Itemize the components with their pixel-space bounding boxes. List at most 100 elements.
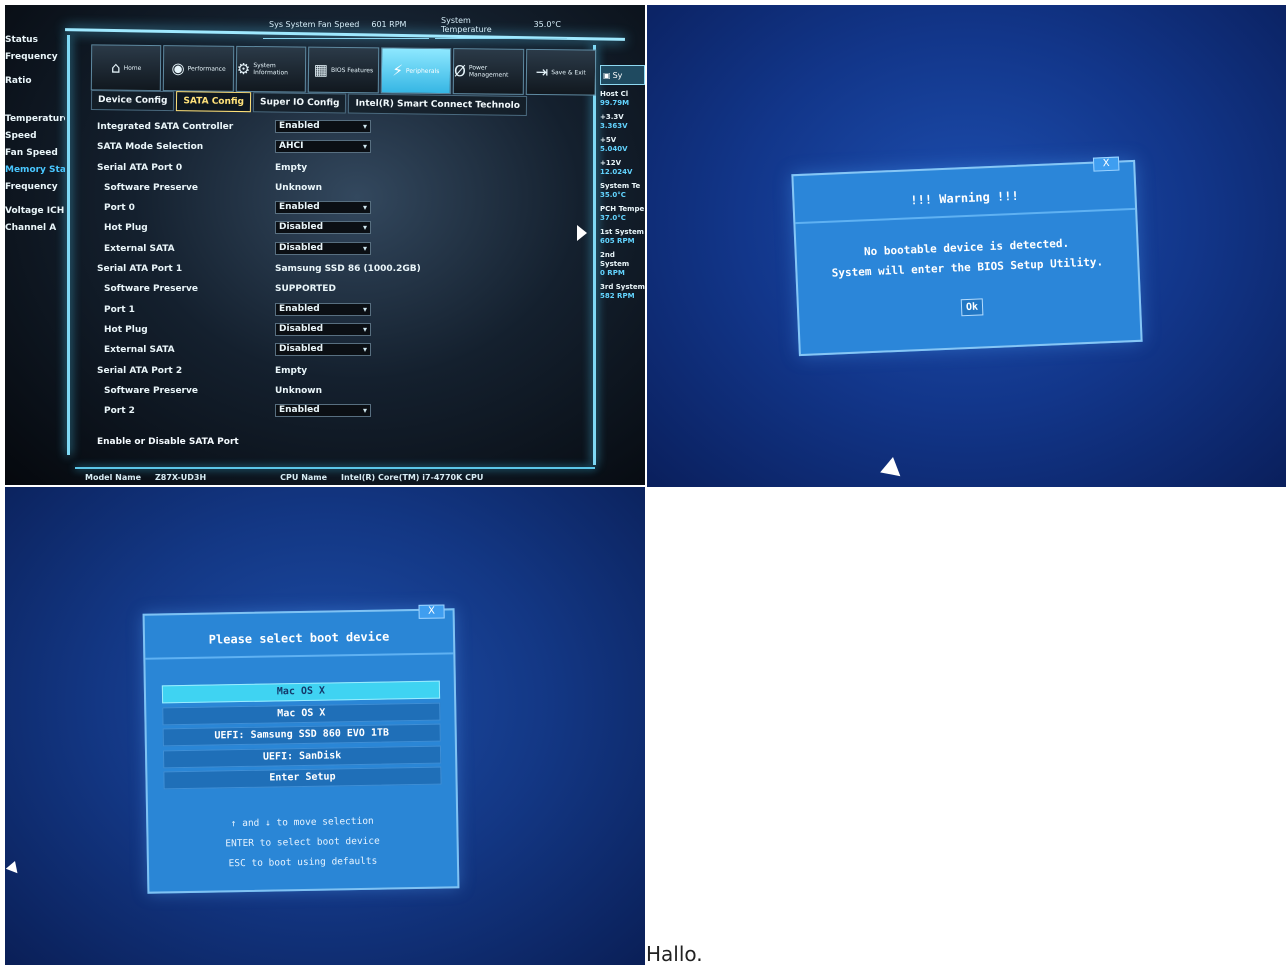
setting-row[interactable]: External SATA Disabled — [97, 240, 427, 260]
monitor-header-label: Sy — [612, 70, 623, 80]
setting-label: Integrated SATA Controller — [97, 122, 234, 132]
setting-dropdown[interactable]: Enabled — [275, 120, 371, 133]
setting-value: SUPPORTED — [275, 284, 336, 295]
monitor-label: +12V — [600, 159, 622, 167]
tab-smart-connect[interactable]: Intel(R) Smart Connect Technolo — [348, 93, 528, 117]
monitor-value: 37.0°C — [600, 214, 626, 222]
monitor-item: System Te 35.0°C — [600, 182, 645, 200]
monitor-label: System Te — [600, 182, 641, 190]
nav-performance[interactable]: ◉ Performance — [163, 45, 235, 92]
setting-row[interactable]: Hot Plug Disabled — [97, 219, 427, 239]
nav-home[interactable]: ⌂ Home — [90, 44, 162, 92]
monitor-value: 5.040V — [600, 145, 628, 153]
boot-option[interactable]: UEFI: SanDisk — [162, 745, 442, 768]
hardware-monitor-header: ▣ Sy — [600, 65, 645, 85]
monitor-item: Host Cl 99.79M — [600, 90, 645, 108]
setting-row[interactable]: SATA Mode Selection AHCI — [97, 138, 427, 158]
tab-sata-config[interactable]: SATA Config — [176, 91, 252, 113]
home-icon: ⌂ — [110, 58, 121, 77]
monitor-label: 2nd System — [600, 251, 630, 268]
setting-label: Port 1 — [104, 304, 135, 315]
boot-option[interactable]: Mac OS X — [161, 680, 441, 704]
left-status-item: Channel A — [5, 223, 57, 233]
nav-label: Performance — [187, 64, 226, 73]
frame-glow — [593, 45, 596, 465]
close-button[interactable]: X — [418, 604, 445, 619]
left-status-item: Voltage ICH A/A — [5, 206, 65, 216]
setting-dropdown[interactable]: Disabled — [275, 343, 371, 357]
post-caption: Hallo. — [646, 942, 703, 966]
nav-bios-features[interactable]: ▦ BIOS Features — [308, 46, 379, 94]
boot-option[interactable]: UEFI: Samsung SSD 860 EVO 1TB — [162, 723, 441, 747]
monitor-value: 0 RPM — [600, 269, 625, 277]
warning-screen-photo: X !!! Warning !!! No bootable device is … — [647, 5, 1286, 487]
monitor-label: PCH Tempe — [600, 205, 645, 213]
left-status-item: Status — [5, 35, 38, 45]
boot-option[interactable]: Mac OS X — [162, 702, 441, 725]
setting-row[interactable]: Hot Plug Disabled — [97, 321, 427, 341]
nav-label: System Information — [253, 62, 289, 77]
nav-label: Power Management — [468, 64, 509, 79]
setting-dropdown[interactable]: Enabled — [275, 302, 371, 316]
monitor-value: 99.79M — [600, 99, 630, 107]
setting-dropdown[interactable]: Enabled — [275, 404, 371, 418]
setting-dropdown[interactable]: Enabled — [275, 201, 371, 215]
close-button[interactable]: X — [1092, 156, 1120, 172]
mouse-cursor-icon — [5, 861, 23, 878]
nav-power-management[interactable]: Ø Power Management — [452, 48, 524, 95]
monitor-label: 3rd System — [600, 283, 645, 291]
setting-row[interactable]: External SATA Disabled — [97, 341, 427, 361]
setting-dropdown[interactable]: Disabled — [275, 322, 371, 336]
monitor-item: +5V 5.040V — [600, 136, 645, 154]
left-status-item: Speed — [5, 131, 37, 141]
tab-super-io-config[interactable]: Super IO Config — [252, 92, 347, 114]
setting-dropdown[interactable]: Disabled — [275, 241, 371, 255]
setting-dropdown[interactable]: Disabled — [275, 221, 371, 235]
setting-row[interactable]: Port 2 Enabled — [97, 402, 427, 422]
boot-device-list: Mac OS X Mac OS X UEFI: Samsung SSD 860 EV… — [161, 680, 442, 793]
system-temperature-value: 35.0°C — [533, 20, 561, 29]
setting-label: Hot Plug — [104, 223, 148, 234]
monitor-value: 12.024V — [600, 168, 633, 176]
monitor-value: 3.363V — [600, 122, 628, 130]
nav-label: BIOS Features — [330, 66, 374, 74]
nav-system-information[interactable]: ⚙ System Information — [235, 45, 307, 93]
boot-device-dialog: X Please select boot device Mac OS X Mac … — [142, 604, 460, 894]
left-status-item: Fan Speed — [5, 148, 58, 158]
hardware-monitor-column: ▣ Sy Host Cl 99.79M +3.3V 3.363V +5V 5.040V +12… — [600, 65, 645, 301]
boot-option[interactable]: Enter Setup — [163, 766, 442, 790]
ok-button[interactable]: Ok — [960, 298, 984, 317]
boot-menu-photo: X Please select boot device Mac OS X Mac … — [5, 487, 645, 965]
warning-title: !!! Warning !!! — [910, 188, 1019, 208]
setting-row[interactable]: Integrated SATA Controller Enabled — [97, 118, 427, 138]
system-info-bar: Model Name Z87X-UD3H CPU Name Intel(R) C… — [85, 473, 585, 485]
nav-peripherals[interactable]: ⚡ Peripherals — [380, 47, 452, 95]
power-icon: Ø — [454, 62, 467, 81]
setting-value: Empty — [275, 162, 308, 173]
setting-row[interactable]: Port 1 Enabled — [97, 301, 427, 321]
setting-label: Software Preserve — [104, 284, 198, 295]
nav-save-exit[interactable]: ⇥ Save & Exit — [525, 48, 597, 96]
left-status-item: Memory Status — [5, 165, 65, 175]
setting-row[interactable]: Serial ATA Port 1 Samsung SSD 86 (1000.2G… — [97, 260, 427, 280]
setting-row[interactable]: Port 0 Enabled — [97, 199, 427, 219]
setting-label: SATA Mode Selection — [97, 142, 204, 153]
setting-label: External SATA — [104, 345, 175, 356]
setting-value: Unknown — [275, 182, 323, 193]
setting-row[interactable]: Software Preserve SUPPORTED — [97, 280, 427, 300]
monitor-item: 1st System 605 RPM — [600, 228, 645, 246]
setting-row[interactable]: Software Preserve Unknown — [97, 382, 427, 402]
setting-label: Software Preserve — [104, 182, 198, 193]
warning-dialog: X !!! Warning !!! No bootable device is … — [791, 156, 1143, 357]
model-name-label: Model Name — [85, 473, 141, 482]
setting-dropdown[interactable]: AHCI — [275, 140, 371, 154]
hardware-monitor-items: Host Cl 99.79M +3.3V 3.363V +5V 5.040V +12V 12.… — [600, 90, 645, 301]
nav-label: Save & Exit — [551, 68, 586, 77]
setting-label: Port 0 — [104, 203, 135, 214]
tab-device-config[interactable]: Device Config — [90, 89, 175, 112]
setting-row[interactable]: Serial ATA Port 2 Empty — [97, 362, 427, 382]
setting-row[interactable]: Serial ATA Port 0 Empty — [97, 159, 427, 179]
sata-settings-list: Integrated SATA Controller Enabled SATA Mo… — [97, 118, 427, 422]
setting-row[interactable]: Software Preserve Unknown — [97, 179, 427, 199]
monitor-item: +12V 12.024V — [600, 159, 645, 177]
